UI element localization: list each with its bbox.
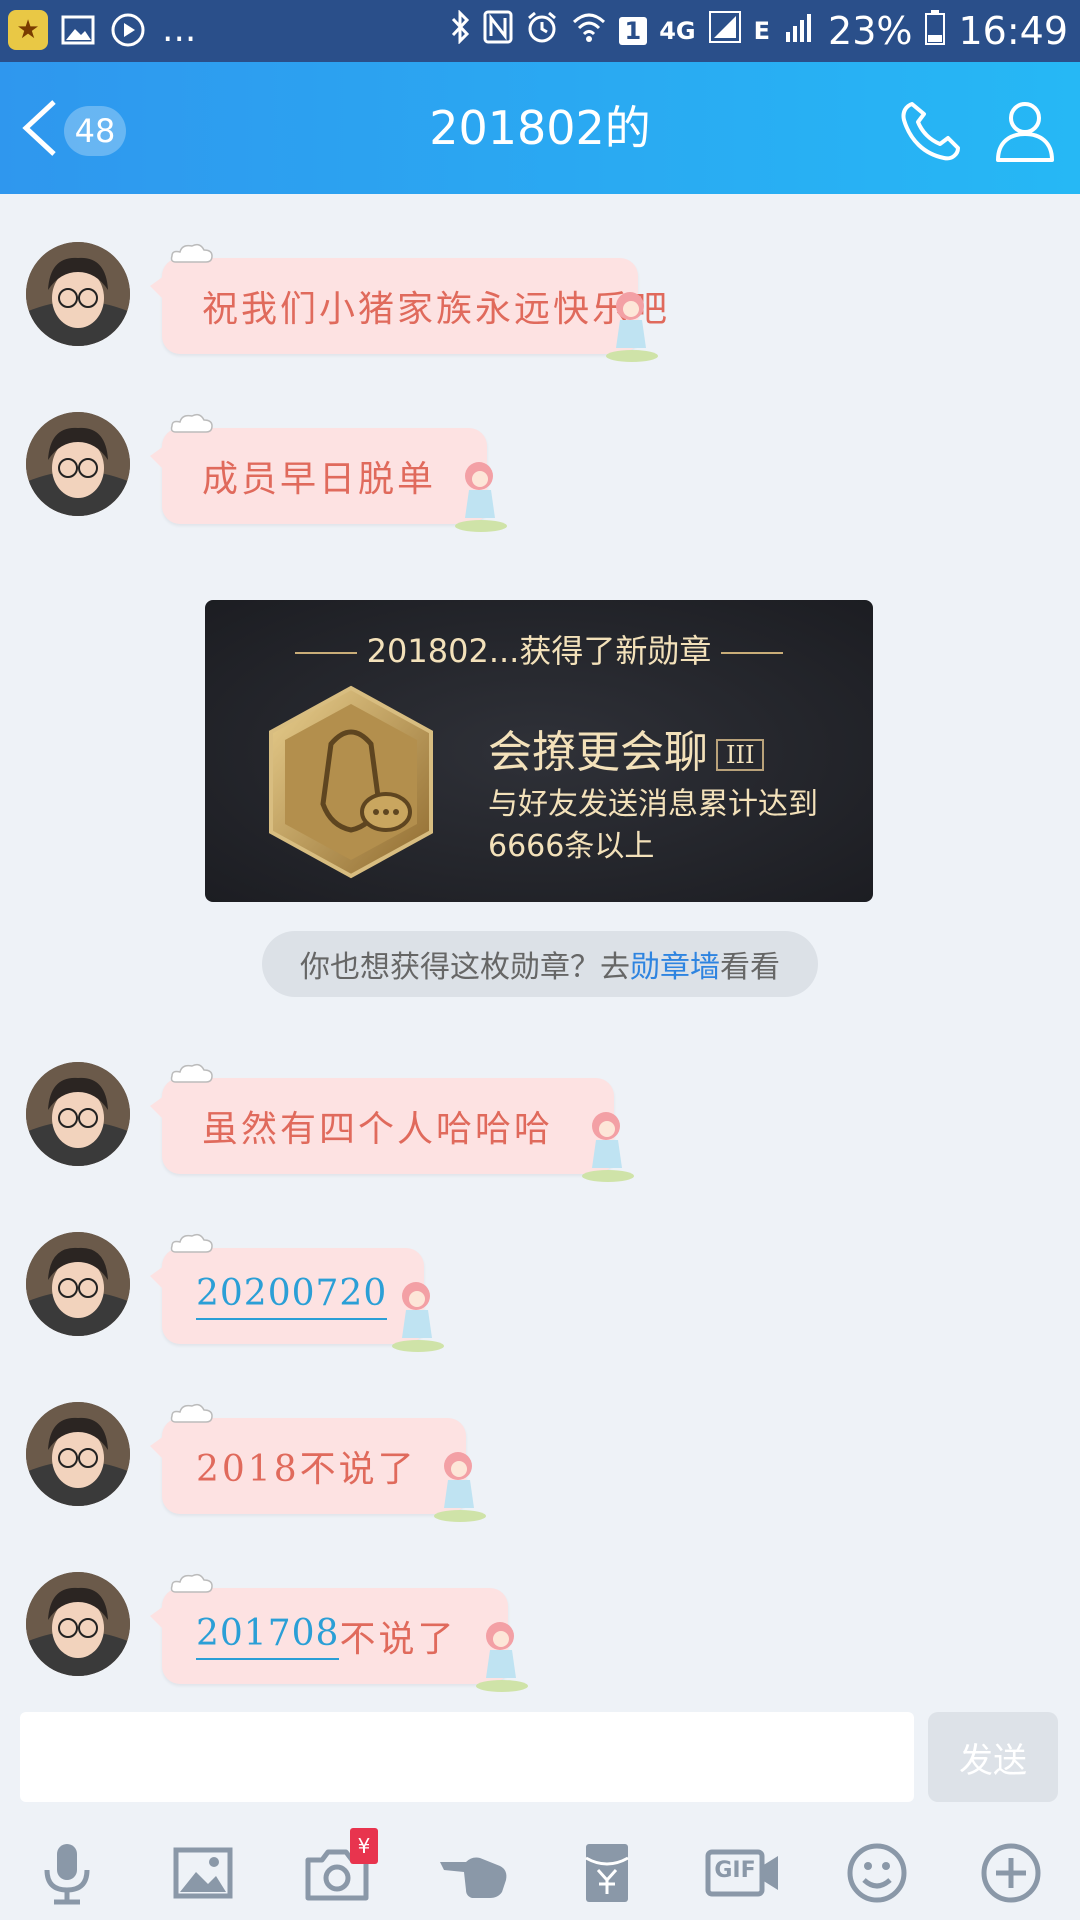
gif-icon[interactable]: GIF [704, 1838, 784, 1908]
poke-icon[interactable] [436, 1838, 507, 1908]
avatar[interactable] [26, 242, 130, 346]
girl-sticker-icon [582, 1112, 634, 1182]
avatar[interactable] [26, 1062, 130, 1166]
avatar[interactable] [26, 412, 130, 516]
message-bubble[interactable]: 成员早日脱单 [150, 413, 507, 532]
alarm-icon [525, 9, 559, 53]
signal-icon [708, 9, 742, 53]
image-icon[interactable] [168, 1838, 238, 1908]
network-type: 4G [659, 17, 696, 45]
message-input[interactable] [20, 1712, 914, 1802]
battery-icon [924, 9, 946, 54]
message-bubble[interactable]: 虽然有四个人哈哈哈 [150, 1063, 634, 1182]
plus-icon[interactable] [976, 1838, 1046, 1908]
cloud-decoration-icon [170, 1403, 213, 1423]
cloud-decoration-icon [170, 243, 213, 263]
clock: 16:49 [958, 9, 1068, 53]
network-type-secondary: E [753, 17, 771, 45]
message-bubble[interactable]: 201708 不说了 [150, 1573, 528, 1692]
red-packet-icon[interactable] [572, 1838, 642, 1908]
signal-icon-secondary [782, 9, 816, 53]
message-text: 祝我们小猪家族永远快乐吧 [202, 289, 671, 330]
message-bubble[interactable]: 2018不说了 [150, 1403, 486, 1522]
cloud-decoration-icon [170, 1063, 213, 1083]
medal-name: 会撩更会聊 III [488, 716, 765, 780]
message-bubble[interactable]: 祝我们小猪家族永远快乐吧 [150, 243, 667, 362]
emoji-icon[interactable] [842, 1838, 912, 1908]
message-text: 成员早日脱单 [202, 459, 437, 500]
message-bubble[interactable]: 20200720 [150, 1233, 444, 1352]
girl-sticker-icon [476, 1622, 528, 1692]
avatar[interactable] [26, 1232, 130, 1336]
prompt-text-suffix: 看看 [720, 950, 780, 985]
profile-icon[interactable] [990, 96, 1060, 166]
medal-card-header: 201802...获得了新勋章 [205, 626, 873, 672]
girl-sticker-icon [434, 1452, 486, 1522]
message-text: 2018不说了 [196, 1449, 417, 1490]
send-button[interactable]: 发送 [928, 1712, 1058, 1802]
avatar[interactable] [26, 1402, 130, 1506]
app-notification-icon: ★ [8, 10, 48, 50]
cloud-decoration-icon [170, 1573, 213, 1593]
voice-icon[interactable] [32, 1838, 102, 1908]
cloud-decoration-icon [170, 413, 213, 433]
sim-slot: 1 [618, 17, 648, 45]
message-link[interactable]: 20200720 [196, 1273, 388, 1320]
gif-label: GIF [714, 1858, 756, 1883]
battery-percent: 23% [828, 9, 913, 53]
cloud-decoration-icon [170, 1233, 213, 1253]
girl-sticker-icon [455, 462, 507, 532]
medal-description: 与好友发送消息累计达到6666条以上 [488, 787, 818, 864]
nfc-icon [483, 9, 513, 53]
more-notifications: ... [162, 9, 197, 50]
avatar[interactable] [26, 1572, 130, 1676]
camera-redpacket-badge: ¥ [350, 1828, 378, 1864]
medal-card[interactable]: 201802...获得了新勋章 会撩更会聊 III 与好友发送消息累计达到6666… [205, 600, 873, 902]
girl-sticker-icon [392, 1282, 444, 1352]
message-text: 虽然有四个人哈哈哈 [202, 1109, 554, 1150]
medal-badge-icon [269, 685, 433, 879]
prompt-text: 你也想获得这枚勋章？去 [300, 950, 630, 985]
gallery-notification-icon [58, 10, 98, 50]
chat-header: 48 201802的 [0, 62, 1080, 194]
girl-sticker-icon [606, 292, 658, 362]
medal-wall-prompt: 你也想获得这枚勋章？去 勋章墙 看看 [262, 931, 818, 997]
message-link[interactable]: 201708 [196, 1613, 340, 1660]
phone-icon[interactable] [896, 96, 966, 166]
wifi-icon [571, 9, 607, 53]
camera-icon[interactable]: ¥ [302, 1828, 378, 1908]
status-bar: ★ ... 1 4G E 23% 16:49 [0, 0, 1080, 62]
medal-level: III [716, 739, 765, 771]
message-text: 不说了 [339, 1619, 457, 1660]
play-notification-icon [108, 10, 148, 50]
input-toolbar: ¥ GIF [0, 1826, 1080, 1920]
bluetooth-icon [449, 9, 471, 53]
medal-wall-link[interactable]: 勋章墙 [630, 942, 720, 986]
